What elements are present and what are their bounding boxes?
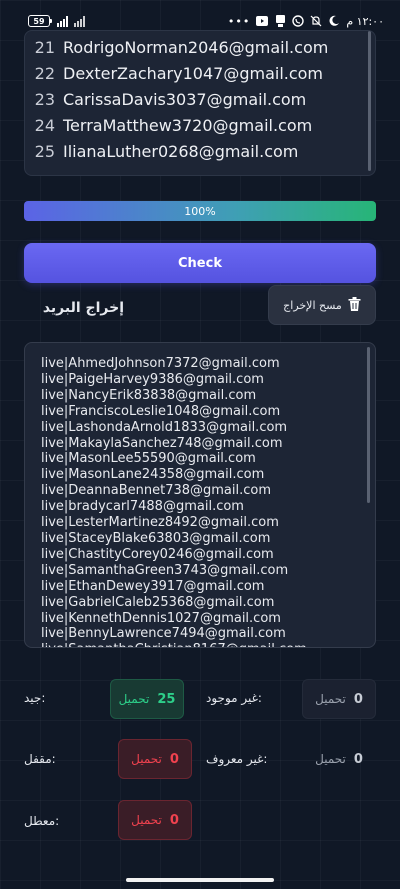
output-line: live|SamanthaGreen3743@gmail.com (41, 562, 289, 578)
download-unknown-button[interactable]: تحميل 0 (302, 739, 376, 779)
output-line: live|FranciscoLeslie1048@gmail.com (41, 403, 281, 419)
signal-icon-2 (74, 15, 85, 27)
list-item: 24 TerraMatthew3720@gmail.com (25, 112, 375, 138)
more-notifications-icon: ••• (227, 14, 251, 28)
output-line: live|MasonLee55590@gmail.com (41, 451, 256, 467)
clock: ١٢:٠٠ م (346, 14, 384, 28)
output-line: live|GabrielCaleb25368@gmail.com (41, 594, 275, 610)
clear-output-button[interactable]: مسح الإخراج (268, 285, 376, 325)
youtube-icon (256, 15, 269, 27)
home-indicator[interactable] (126, 878, 274, 882)
list-item-email: TerraMatthew3720@gmail.com (63, 115, 313, 135)
list-item-number: 24 (34, 115, 55, 135)
output-line: live|MasonLane24358@gmail.com (41, 467, 265, 483)
clear-output-label: مسح الإخراج (283, 298, 342, 312)
output-line: live|DeannaBennet738@gmail.com (41, 483, 272, 499)
download-unknown-label: تحميل (315, 752, 346, 766)
download-good-label: تحميل (118, 692, 150, 706)
stat-unknown-label: :غير معروف (206, 752, 268, 766)
battery-icon: 59 (28, 15, 52, 27)
stat-disabled-label: :معطل (24, 814, 60, 828)
moon-icon (328, 15, 340, 27)
download-locked-button[interactable]: تحميل 0 (118, 739, 192, 779)
app-notification-icon (274, 15, 286, 27)
download-locked-label: تحميل (131, 752, 162, 766)
list-item-number: 22 (34, 63, 55, 83)
output-line: live|ChastityCorey0246@gmail.com (41, 546, 274, 562)
output-scrollbar[interactable] (367, 347, 370, 503)
trash-icon (348, 296, 361, 314)
download-not-found-label: تحميل (315, 692, 346, 706)
progress-bar: 100% (24, 201, 376, 221)
download-not-found-button[interactable]: تحميل 0 (302, 679, 376, 719)
download-disabled-label: تحميل (131, 813, 162, 827)
stat-locked-label: :مقفل (24, 752, 56, 766)
list-item-email: IlianaLuther0268@gmail.com (63, 141, 299, 161)
download-good-button[interactable]: تحميل 25 (110, 679, 184, 719)
output-line: live|AhmedJohnson7372@gmail.com (41, 356, 280, 371)
list-item: 25 IlianaLuther0268@gmail.com (25, 138, 375, 164)
output-line: live|BennyLawrence7494@gmail.com (41, 626, 286, 642)
stat-good-label: :جيد (24, 691, 46, 705)
list-item-number: 23 (34, 89, 55, 109)
list-item-email: RodrigoNorman2046@gmail.com (63, 37, 329, 57)
output-line: live|PaigeHarvey9386@gmail.com (41, 371, 264, 387)
check-button[interactable]: Check (24, 243, 376, 283)
output-line: live|bradycarl7488@gmail.com (41, 499, 244, 515)
output-line: live|MakaylaSanchez748@gmail.com (41, 435, 283, 451)
output-textarea[interactable]: live|AhmedJohnson7372@gmail.com live|Paig… (24, 342, 376, 648)
good-count: 25 (157, 691, 176, 707)
list-item-email: DexterZachary1047@gmail.com (63, 63, 324, 83)
unknown-count: 0 (353, 751, 363, 767)
progress-label: 100% (184, 204, 216, 218)
disabled-count: 0 (169, 812, 179, 828)
email-list[interactable]: 21 RodrigoNorman2046@gmail.com 22 DexterZac… (24, 30, 376, 176)
list-item: 21 RodrigoNorman2046@gmail.com (25, 34, 375, 60)
not-found-count: 0 (353, 691, 363, 707)
download-disabled-button[interactable]: تحميل 0 (118, 800, 192, 840)
output-line: live|StaceyBlake63803@gmail.com (41, 530, 271, 546)
output-line: live|LashondaArnold1833@gmail.com (41, 419, 288, 435)
output-line: live|KennethDennis1027@gmail.com (41, 610, 281, 626)
output-line: live|EthanDewey3917@gmail.com (41, 578, 265, 594)
output-line: live|SamanthaChristian8167@gmail.com (41, 642, 375, 647)
whatsapp-icon (292, 15, 305, 27)
stat-not-found-label: :غير موجود (206, 691, 262, 705)
email-list-scrollbar[interactable] (368, 31, 371, 171)
output-line: live|LesterMartinez8492@gmail.com (41, 515, 279, 531)
output-title: إخراج البريد (42, 300, 124, 316)
list-item-email: CarissaDavis3037@gmail.com (63, 89, 307, 109)
signal-icon (57, 15, 68, 27)
list-item: 23 CarissaDavis3037@gmail.com (25, 86, 375, 112)
locked-count: 0 (169, 751, 179, 767)
list-item-number: 25 (34, 141, 55, 161)
list-item-number: 21 (34, 37, 55, 57)
mute-bell-icon (310, 15, 322, 27)
output-line: live|NancyErik83838@gmail.com (41, 387, 257, 403)
list-item: 22 DexterZachary1047@gmail.com (25, 60, 375, 86)
